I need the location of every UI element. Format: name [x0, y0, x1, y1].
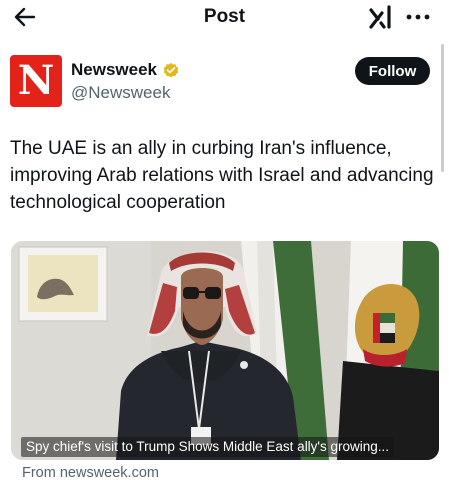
link-card-media[interactable]: Spy chief's visit to Trump Shows Middle … — [11, 241, 439, 460]
media-caption: Spy chief's visit to Trump Shows Middle … — [21, 437, 395, 457]
avatar[interactable]: N — [10, 55, 62, 107]
avatar-logo-letter: N — [17, 57, 55, 104]
grok-icon — [369, 5, 391, 29]
news-photo — [11, 241, 439, 460]
top-bar: Post — [0, 0, 449, 38]
tweet-text: The UAE is an ally in curbing Iran's inf… — [10, 138, 434, 213]
more-options-button[interactable] — [403, 3, 433, 31]
grok-button[interactable] — [367, 3, 395, 31]
link-source[interactable]: From newsweek.com — [22, 465, 159, 481]
author-name[interactable]: Newsweek — [71, 60, 180, 80]
verified-badge-icon — [163, 62, 179, 78]
scrollbar[interactable] — [441, 44, 444, 172]
follow-button[interactable]: Follow — [355, 57, 430, 85]
author-name-text: Newsweek — [71, 60, 157, 79]
author-handle[interactable]: @Newsweek — [71, 83, 170, 103]
more-horizontal-icon — [406, 14, 430, 20]
